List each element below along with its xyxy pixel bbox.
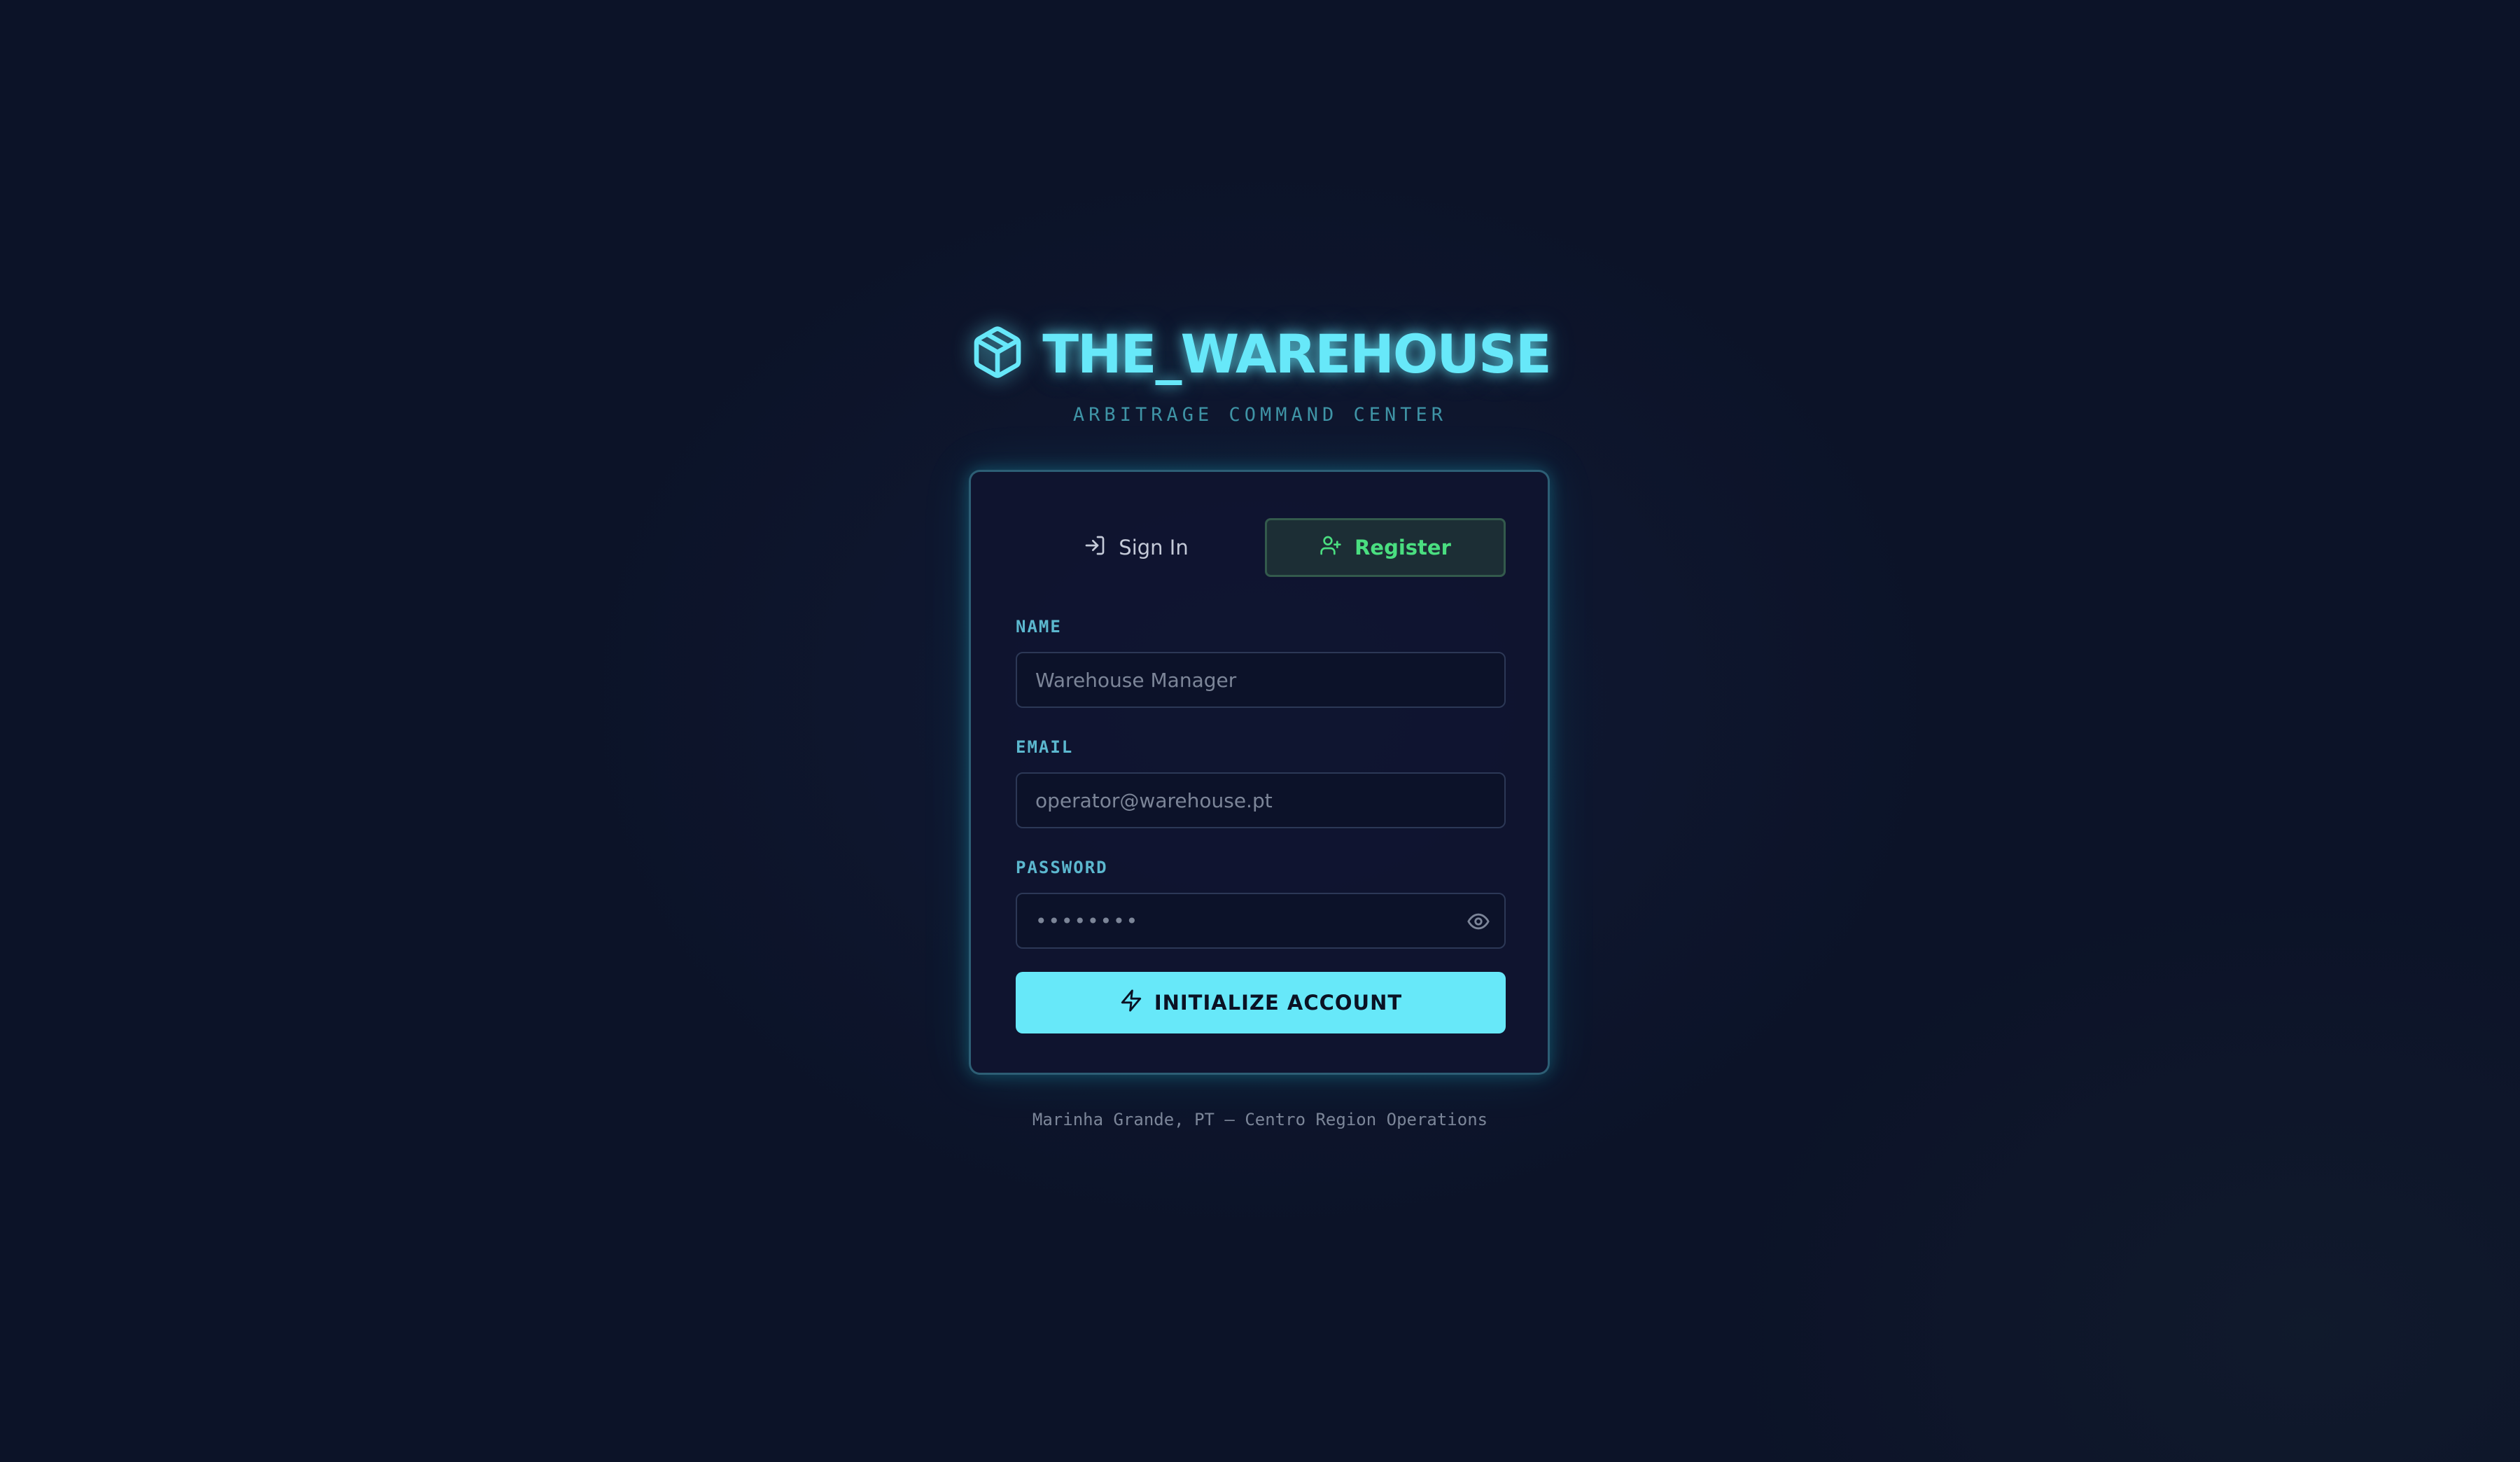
eye-icon[interactable]: [1466, 910, 1490, 933]
footer-location: Marinha Grande, PT — Centro Region Opera…: [1032, 1110, 1488, 1129]
name-field-wrapper: [1016, 652, 1506, 708]
email-field-wrapper: [1016, 772, 1506, 828]
auth-card: Sign In Register NAME EMAIL PASSWORD: [969, 470, 1550, 1075]
brand-header: THE_WAREHOUSE ARBITRAGE COMMAND CENTER: [0, 319, 2520, 426]
tab-sign-in[interactable]: Sign In: [1016, 518, 1256, 577]
user-plus-icon: [1320, 534, 1342, 562]
email-label: EMAIL: [1016, 737, 1074, 757]
name-label: NAME: [1016, 617, 1062, 636]
tab-register[interactable]: Register: [1265, 518, 1506, 577]
email-field[interactable]: [1017, 774, 1504, 827]
password-field-wrapper: [1016, 893, 1506, 949]
app-title: THE_WAREHOUSE: [1042, 322, 1552, 385]
initialize-account-label: INITIALIZE ACCOUNT: [1154, 991, 1403, 1015]
package-icon: [969, 324, 1026, 383]
password-field[interactable]: [1017, 894, 1504, 947]
brand: THE_WAREHOUSE: [969, 319, 1552, 389]
log-in-icon: [1084, 534, 1106, 562]
auth-tabs: Sign In Register: [1016, 518, 1506, 577]
initialize-account-button[interactable]: INITIALIZE ACCOUNT: [1016, 972, 1506, 1033]
tab-sign-in-label: Sign In: [1119, 536, 1189, 559]
app-subtitle: ARBITRAGE COMMAND CENTER: [1072, 404, 1448, 426]
name-field[interactable]: [1017, 653, 1504, 706]
zap-icon: [1119, 989, 1143, 1017]
password-label: PASSWORD: [1016, 858, 1108, 877]
tab-register-label: Register: [1354, 536, 1451, 559]
